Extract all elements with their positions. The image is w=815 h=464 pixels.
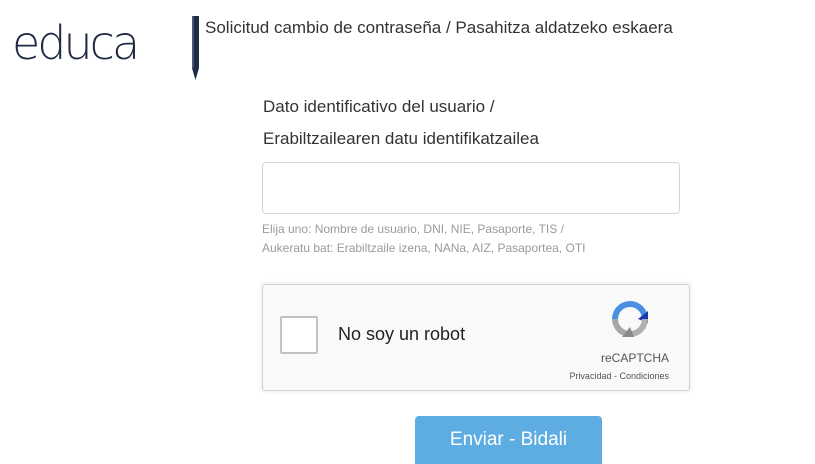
user-id-label: Dato identificativo del usuario / Erabil… xyxy=(263,91,703,155)
captcha-terms-link[interactable]: Condiciones xyxy=(619,371,669,381)
educa-logo[interactable]: educa xyxy=(12,12,202,82)
user-id-input[interactable] xyxy=(262,162,680,214)
help-text-es: Elija uno: Nombre de usuario, DNI, NIE, … xyxy=(262,222,564,236)
logo-text: educa xyxy=(12,16,140,70)
help-text-eu: Aukeratu bat: Erabiltzaile izena, NANa, … xyxy=(262,241,586,255)
page: educa Solicitud cambio de contraseña / P… xyxy=(0,0,815,464)
recaptcha-widget: No soy un robot reCAPTCHA Privacidad - C… xyxy=(262,284,690,391)
captcha-brand: reCAPTCHA xyxy=(600,351,669,365)
captcha-links: Privacidad - Condiciones xyxy=(569,371,669,381)
recaptcha-icon xyxy=(612,301,648,337)
user-id-help: Elija uno: Nombre de usuario, DNI, NIE, … xyxy=(262,220,702,258)
page-title: Solicitud cambio de contraseña / Pasahit… xyxy=(205,18,673,37)
submit-button[interactable]: Enviar - Bidali xyxy=(415,416,602,464)
captcha-checkbox[interactable] xyxy=(280,316,318,354)
user-id-label-es: Dato identificativo del usuario / xyxy=(263,97,495,116)
captcha-privacy-link[interactable]: Privacidad xyxy=(569,371,611,381)
captcha-label: No soy un robot xyxy=(338,324,466,344)
user-id-label-eu: Erabiltzailearen datu identifikatzailea xyxy=(263,129,539,148)
pencil-icon xyxy=(192,16,199,80)
